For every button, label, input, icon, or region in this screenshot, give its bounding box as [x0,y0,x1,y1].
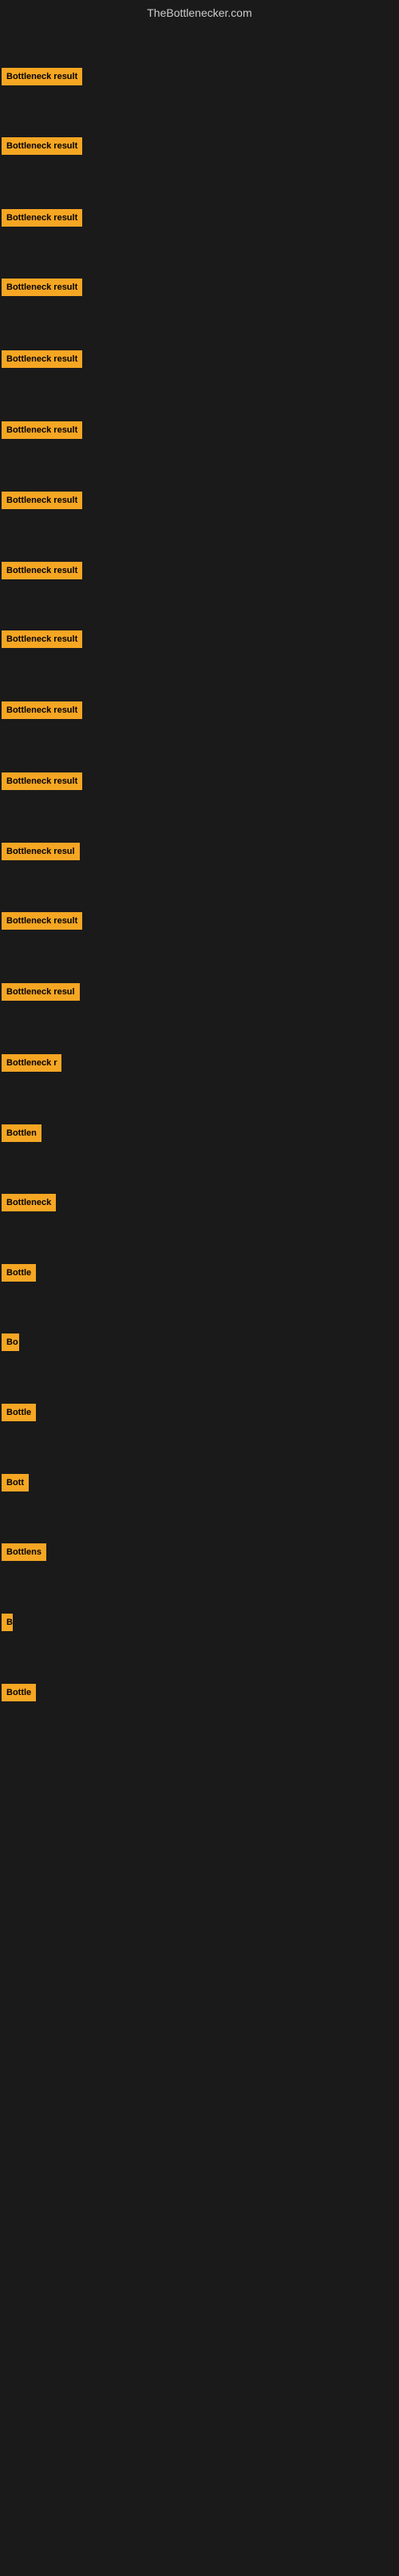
bottleneck-item: Bottleneck result [2,701,82,719]
bottleneck-item: Bottlens [2,1543,46,1561]
bottleneck-badge[interactable]: Bottleneck result [2,279,82,296]
bottleneck-item: Bottleneck resul [2,843,80,860]
bottleneck-badge[interactable]: Bottlen [2,1124,41,1142]
bottleneck-badge[interactable]: B [2,1614,13,1631]
bottleneck-badge[interactable]: Bottleneck resul [2,983,80,1001]
bottleneck-item: Bottleneck resul [2,983,80,1001]
bottleneck-badge[interactable]: Bottleneck result [2,492,82,509]
bottleneck-badge[interactable]: Bottle [2,1684,36,1701]
bottleneck-item: Bottleneck result [2,68,82,85]
bottleneck-badge[interactable]: Bottle [2,1404,36,1421]
bottleneck-item: Bottleneck result [2,279,82,296]
bottleneck-item: Bottleneck result [2,209,82,227]
bottleneck-item: Bottleneck result [2,562,82,579]
bottleneck-item: Bott [2,1474,29,1491]
bottleneck-badge[interactable]: Bottleneck result [2,137,82,155]
bottleneck-item: Bottleneck result [2,137,82,155]
bottleneck-badge[interactable]: Bottle [2,1264,36,1282]
bottleneck-badge[interactable]: Bottleneck resul [2,843,80,860]
bottleneck-badge[interactable]: Bottleneck [2,1194,56,1211]
bottleneck-item: Bottleneck [2,1194,56,1211]
items-container: Bottleneck result Bottleneck result Bottle… [0,22,399,2576]
bottleneck-badge[interactable]: Bottleneck result [2,701,82,719]
bottleneck-item: Bottle [2,1264,36,1282]
bottleneck-item: Bottleneck result [2,421,82,439]
bottleneck-badge[interactable]: Bottleneck result [2,421,82,439]
bottleneck-item: Bo [2,1333,19,1351]
bottleneck-badge[interactable]: Bottlens [2,1543,46,1561]
bottleneck-badge[interactable]: Bottleneck result [2,209,82,227]
bottleneck-badge[interactable]: Bottleneck result [2,350,82,368]
bottleneck-item: Bottleneck result [2,912,82,930]
bottleneck-badge[interactable]: Bottleneck result [2,68,82,85]
bottleneck-item: Bottle [2,1404,36,1421]
bottleneck-item: Bottle [2,1684,36,1701]
bottleneck-badge[interactable]: Bottleneck result [2,772,82,790]
bottleneck-badge[interactable]: Bo [2,1333,19,1351]
bottleneck-badge[interactable]: Bottleneck result [2,912,82,930]
bottleneck-item: B [2,1614,13,1631]
bottleneck-item: Bottleneck result [2,772,82,790]
bottleneck-badge[interactable]: Bottleneck result [2,562,82,579]
bottleneck-item: Bottleneck result [2,492,82,509]
bottleneck-badge[interactable]: Bottleneck r [2,1054,61,1072]
bottleneck-badge[interactable]: Bott [2,1474,29,1491]
bottleneck-item: Bottleneck r [2,1054,61,1072]
bottleneck-item: Bottlen [2,1124,41,1142]
bottleneck-badge[interactable]: Bottleneck result [2,630,82,648]
site-title: TheBottlenecker.com [147,6,252,19]
site-header: TheBottlenecker.com [0,0,399,22]
bottleneck-item: Bottleneck result [2,350,82,368]
bottleneck-item: Bottleneck result [2,630,82,648]
